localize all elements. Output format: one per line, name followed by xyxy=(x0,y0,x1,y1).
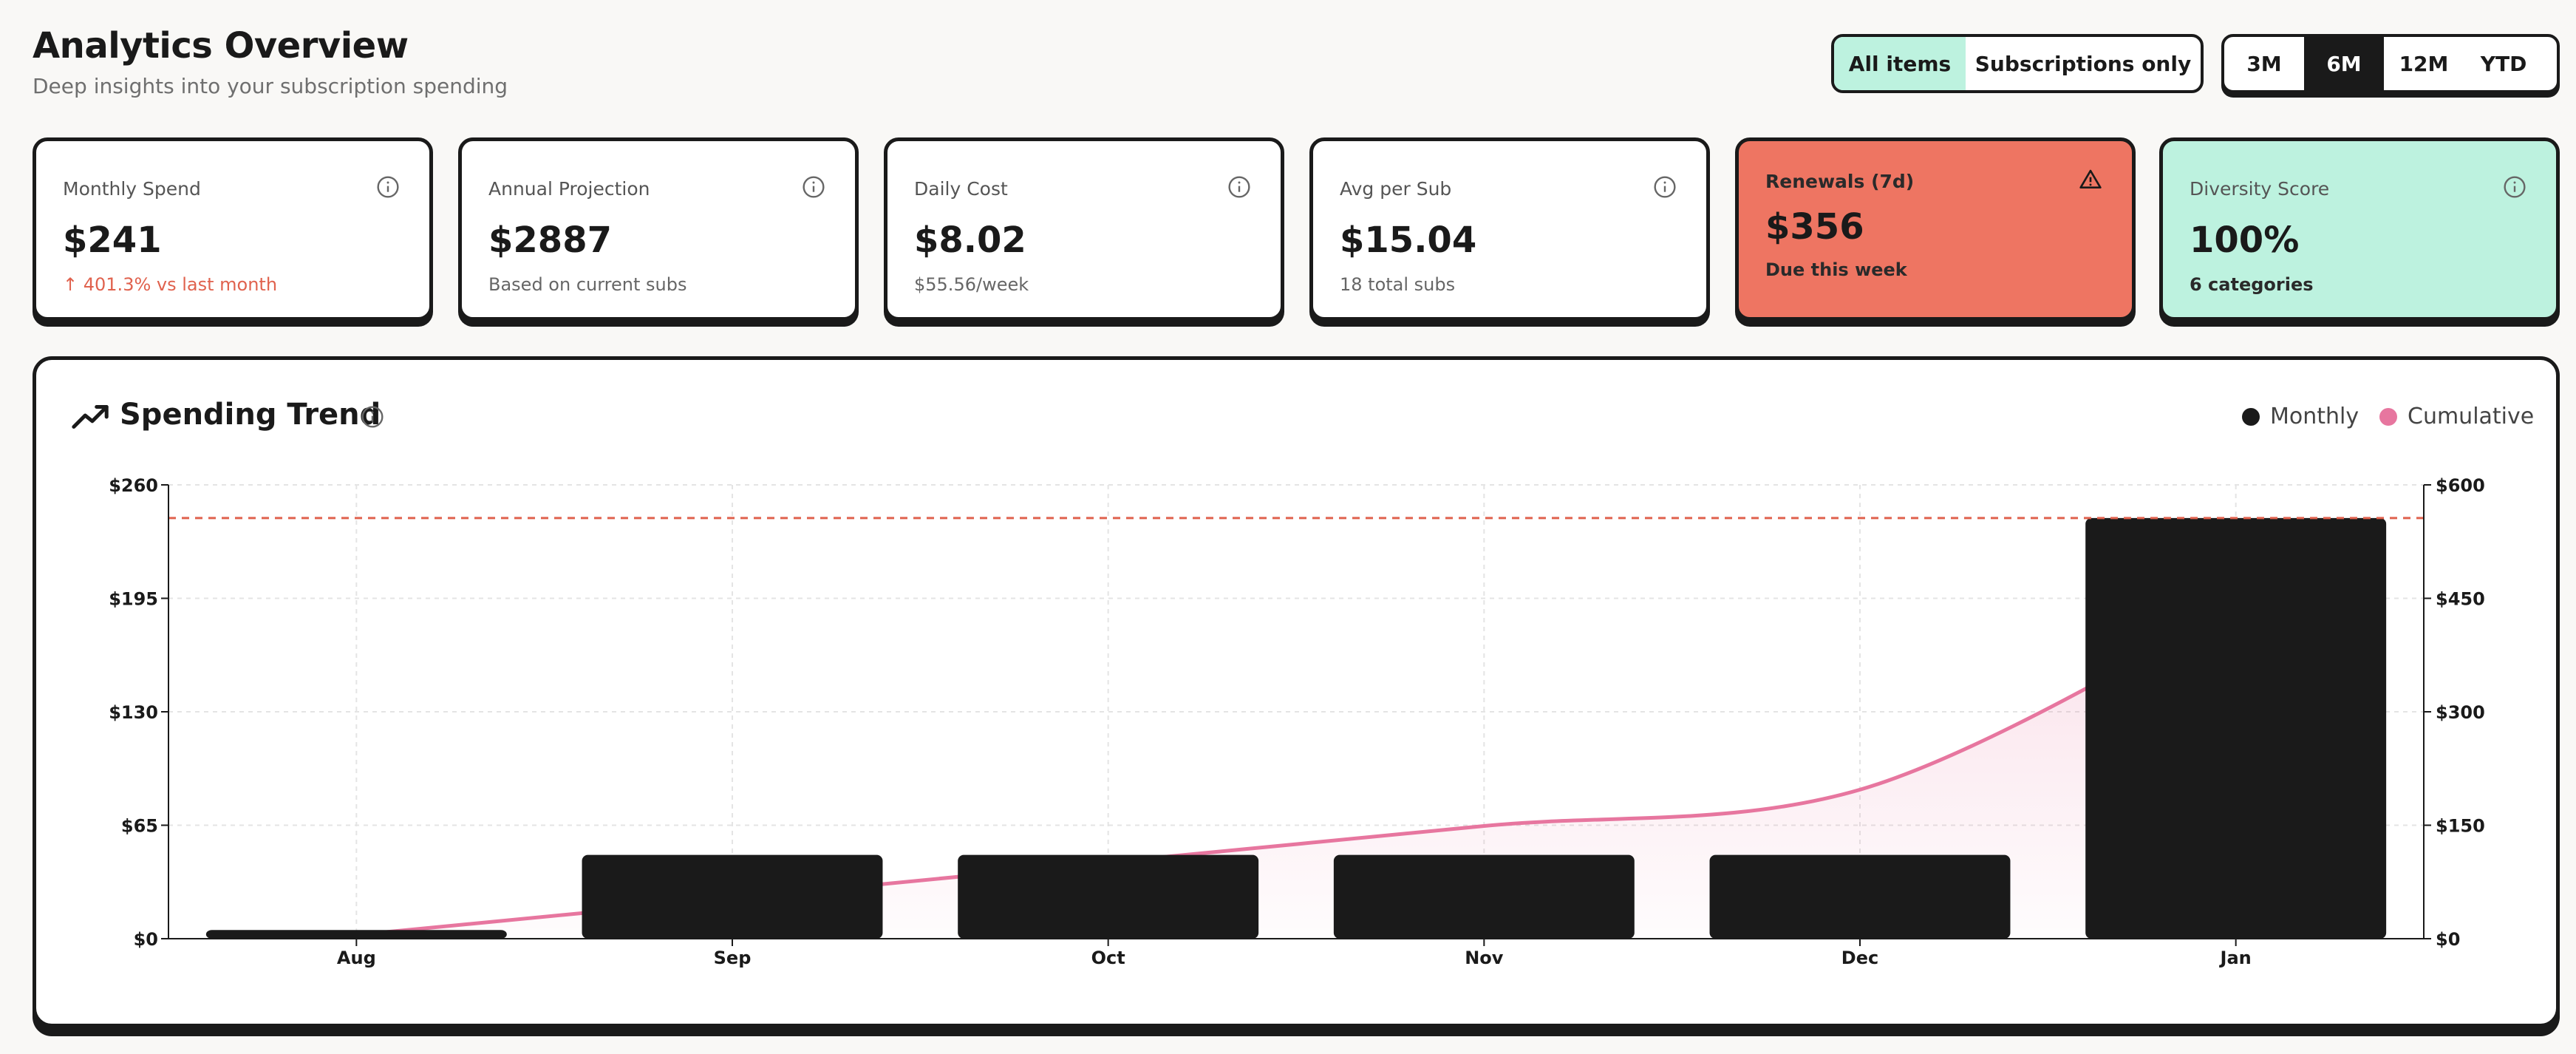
bar-oct xyxy=(958,854,1259,939)
spending-trend-chart: $0 $65 $130 $195 $260 $0 $150 $300 $450 $600 Aug Se… xyxy=(109,475,2485,968)
y-tick-label-left: $195 xyxy=(109,589,158,610)
bar-dec xyxy=(1709,854,2011,939)
y-tick-label-left: $130 xyxy=(109,702,158,723)
bar-jan xyxy=(2085,517,2387,939)
x-tick-label: Nov xyxy=(1465,948,1504,968)
x-tick-label: Dec xyxy=(1841,948,1878,968)
y-tick-label-right: $300 xyxy=(2436,702,2485,723)
bar-nov xyxy=(1333,854,1635,939)
y-tick-label-left: $0 xyxy=(134,929,158,950)
y-tick-label-left: $65 xyxy=(121,816,158,837)
y-tick-label-left: $260 xyxy=(109,475,158,496)
y-tick-label-right: $150 xyxy=(2436,816,2485,837)
y-tick-label-right: $600 xyxy=(2436,475,2485,496)
x-tick-label: Oct xyxy=(1091,948,1125,968)
bar-aug xyxy=(205,930,507,939)
x-tick-label: Jan xyxy=(2219,948,2252,968)
x-tick-label: Aug xyxy=(337,948,376,968)
y-tick-label-right: $0 xyxy=(2436,929,2460,950)
bar-sep xyxy=(582,854,883,939)
y-tick-label-right: $450 xyxy=(2436,589,2485,610)
x-tick-label: Sep xyxy=(714,948,752,968)
